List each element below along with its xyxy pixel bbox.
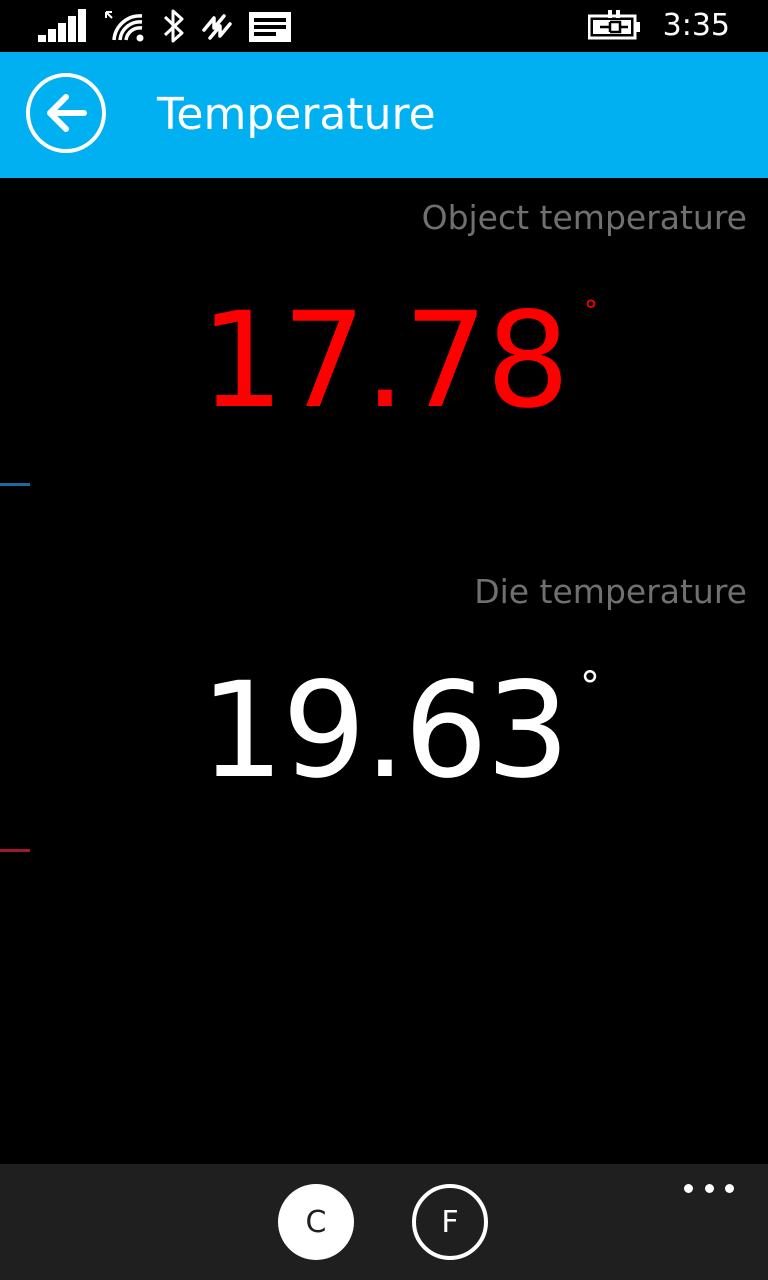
celsius-button[interactable]: C [278,1184,354,1260]
data-sync-icon [202,14,232,40]
ellipsis-dot [684,1183,693,1193]
object-temperature-degree: ° [584,294,598,327]
message-icon [249,12,291,42]
ellipsis-dot [725,1183,734,1193]
fahrenheit-button[interactable]: F [412,1184,488,1260]
temperature-screen: 3:35 Temperature Object temperature 17.7… [0,0,768,1280]
die-temperature-label: Die temperature [474,572,747,611]
battery-charging-icon [588,10,640,40]
more-ellipsis-icon[interactable] [684,1178,734,1198]
signal-strength-icon [38,9,86,42]
object-temperature-label: Object temperature [421,198,747,237]
ellipsis-dot [704,1183,714,1193]
status-clock: 3:35 [662,8,730,43]
wifi-icon [105,11,144,42]
page-title: Temperature [157,89,436,140]
app-bar: C F [0,1164,768,1280]
status-bar: 3:35 [0,0,768,52]
back-arrow-icon [47,94,87,132]
header-bar: Temperature [0,52,768,178]
die-temperature-value: 19.63 [200,654,570,808]
die-scale-marker [0,849,30,852]
die-temperature-degree: ° [580,664,600,710]
back-button[interactable] [26,73,106,153]
object-scale-marker [0,483,30,486]
bluetooth-icon [163,9,184,43]
object-temperature-value: 17.78 [200,284,570,438]
